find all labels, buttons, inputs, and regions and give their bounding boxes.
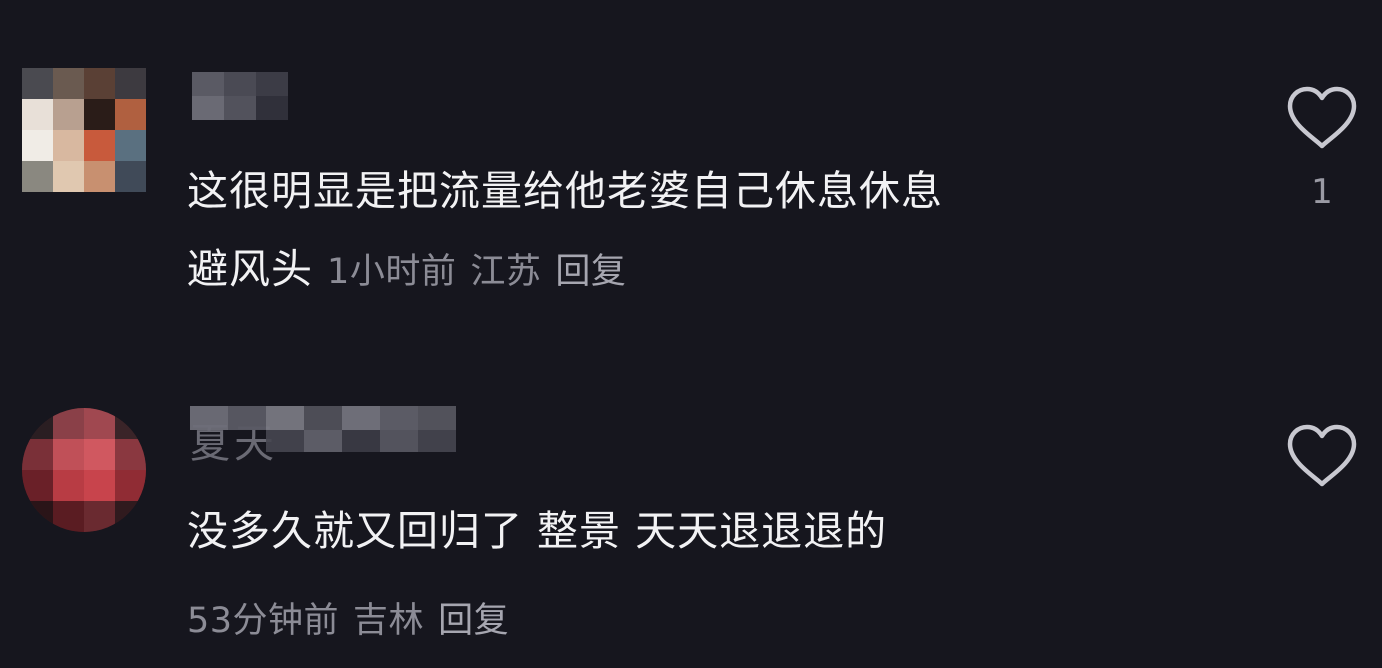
comment-text-line: 没多久就又回归了 整景 天天退退退的 <box>187 507 888 555</box>
comment-text-line: 这很明显是把流量给他老婆自己休息休息 <box>187 167 943 215</box>
comment-item: 这很明显是把流量给他老婆自己休息休息 避风头 1小时前 江苏 回复 1 <box>0 0 1382 330</box>
comment-location: 吉林 <box>353 601 425 641</box>
like-count: 1 <box>1311 172 1333 212</box>
username-blurred[interactable]: 夏天 <box>190 406 456 468</box>
comment-time: 53分钟前 <box>187 601 340 641</box>
reply-button[interactable]: 回复 <box>438 601 509 641</box>
avatar[interactable] <box>22 408 146 532</box>
heart-icon[interactable] <box>1286 424 1358 490</box>
comment-time: 1小时前 <box>327 252 457 292</box>
comment-body: 没多久就又回归了 整景 天天退退退的 <box>187 492 887 570</box>
comment-list: 这很明显是把流量给他老婆自己休息休息 避风头 1小时前 江苏 回复 1 夏天 没… <box>0 0 1382 668</box>
comment-body: 这很明显是把流量给他老婆自己休息休息 避风头 1小时前 江苏 回复 <box>187 152 943 311</box>
comment-text-line: 避风头 <box>187 245 313 293</box>
reply-button[interactable]: 回复 <box>555 252 626 292</box>
heart-icon[interactable] <box>1286 86 1358 152</box>
avatar[interactable] <box>22 68 146 192</box>
username-blurred[interactable] <box>192 72 288 120</box>
comment-meta: 53分钟前 吉林 回复 <box>187 592 523 643</box>
comment-location: 江苏 <box>470 252 542 292</box>
comment-meta: 1小时前 江苏 回复 <box>327 252 640 292</box>
comment-item: 夏天 没多久就又回归了 整景 天天退退退的 53分钟前 吉林 回复 <box>0 330 1382 668</box>
